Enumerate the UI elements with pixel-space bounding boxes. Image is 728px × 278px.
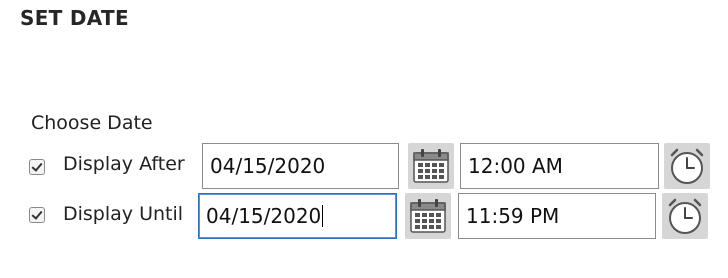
display-until-time-value: 11:59 PM [466,204,560,228]
calendar-icon [413,149,449,183]
display-until-time-input[interactable]: 11:59 PM [458,193,656,239]
display-until-calendar-button[interactable] [405,193,451,239]
choose-date-label: Choose Date [31,112,153,134]
display-after-calendar-button[interactable] [408,143,454,189]
display-until-label: Display Until [63,203,184,225]
display-until-date-input[interactable]: 04/15/2020 [198,193,397,239]
display-until-date-value: 04/15/2020 [206,204,322,228]
display-after-label: Display After [63,153,185,175]
display-after-date-value: 04/15/2020 [210,154,326,178]
clock-icon [670,148,704,184]
display-after-date-input[interactable]: 04/15/2020 [202,143,399,189]
text-caret [322,205,324,227]
display-until-checkbox[interactable] [29,207,45,223]
display-after-checkbox[interactable] [29,159,45,175]
display-after-clock-button[interactable] [664,143,710,189]
section-title: SET DATE [20,6,129,30]
display-after-time-value: 12:00 AM [468,154,563,178]
display-after-time-input[interactable]: 12:00 AM [460,143,659,189]
calendar-icon [410,199,446,233]
display-until-row: Display Until 04/15/2020 11:59 PM [0,192,728,242]
display-after-row: Display After 04/15/2020 12:00 AM [0,142,728,192]
display-until-clock-button[interactable] [662,193,708,239]
clock-icon [668,198,702,234]
